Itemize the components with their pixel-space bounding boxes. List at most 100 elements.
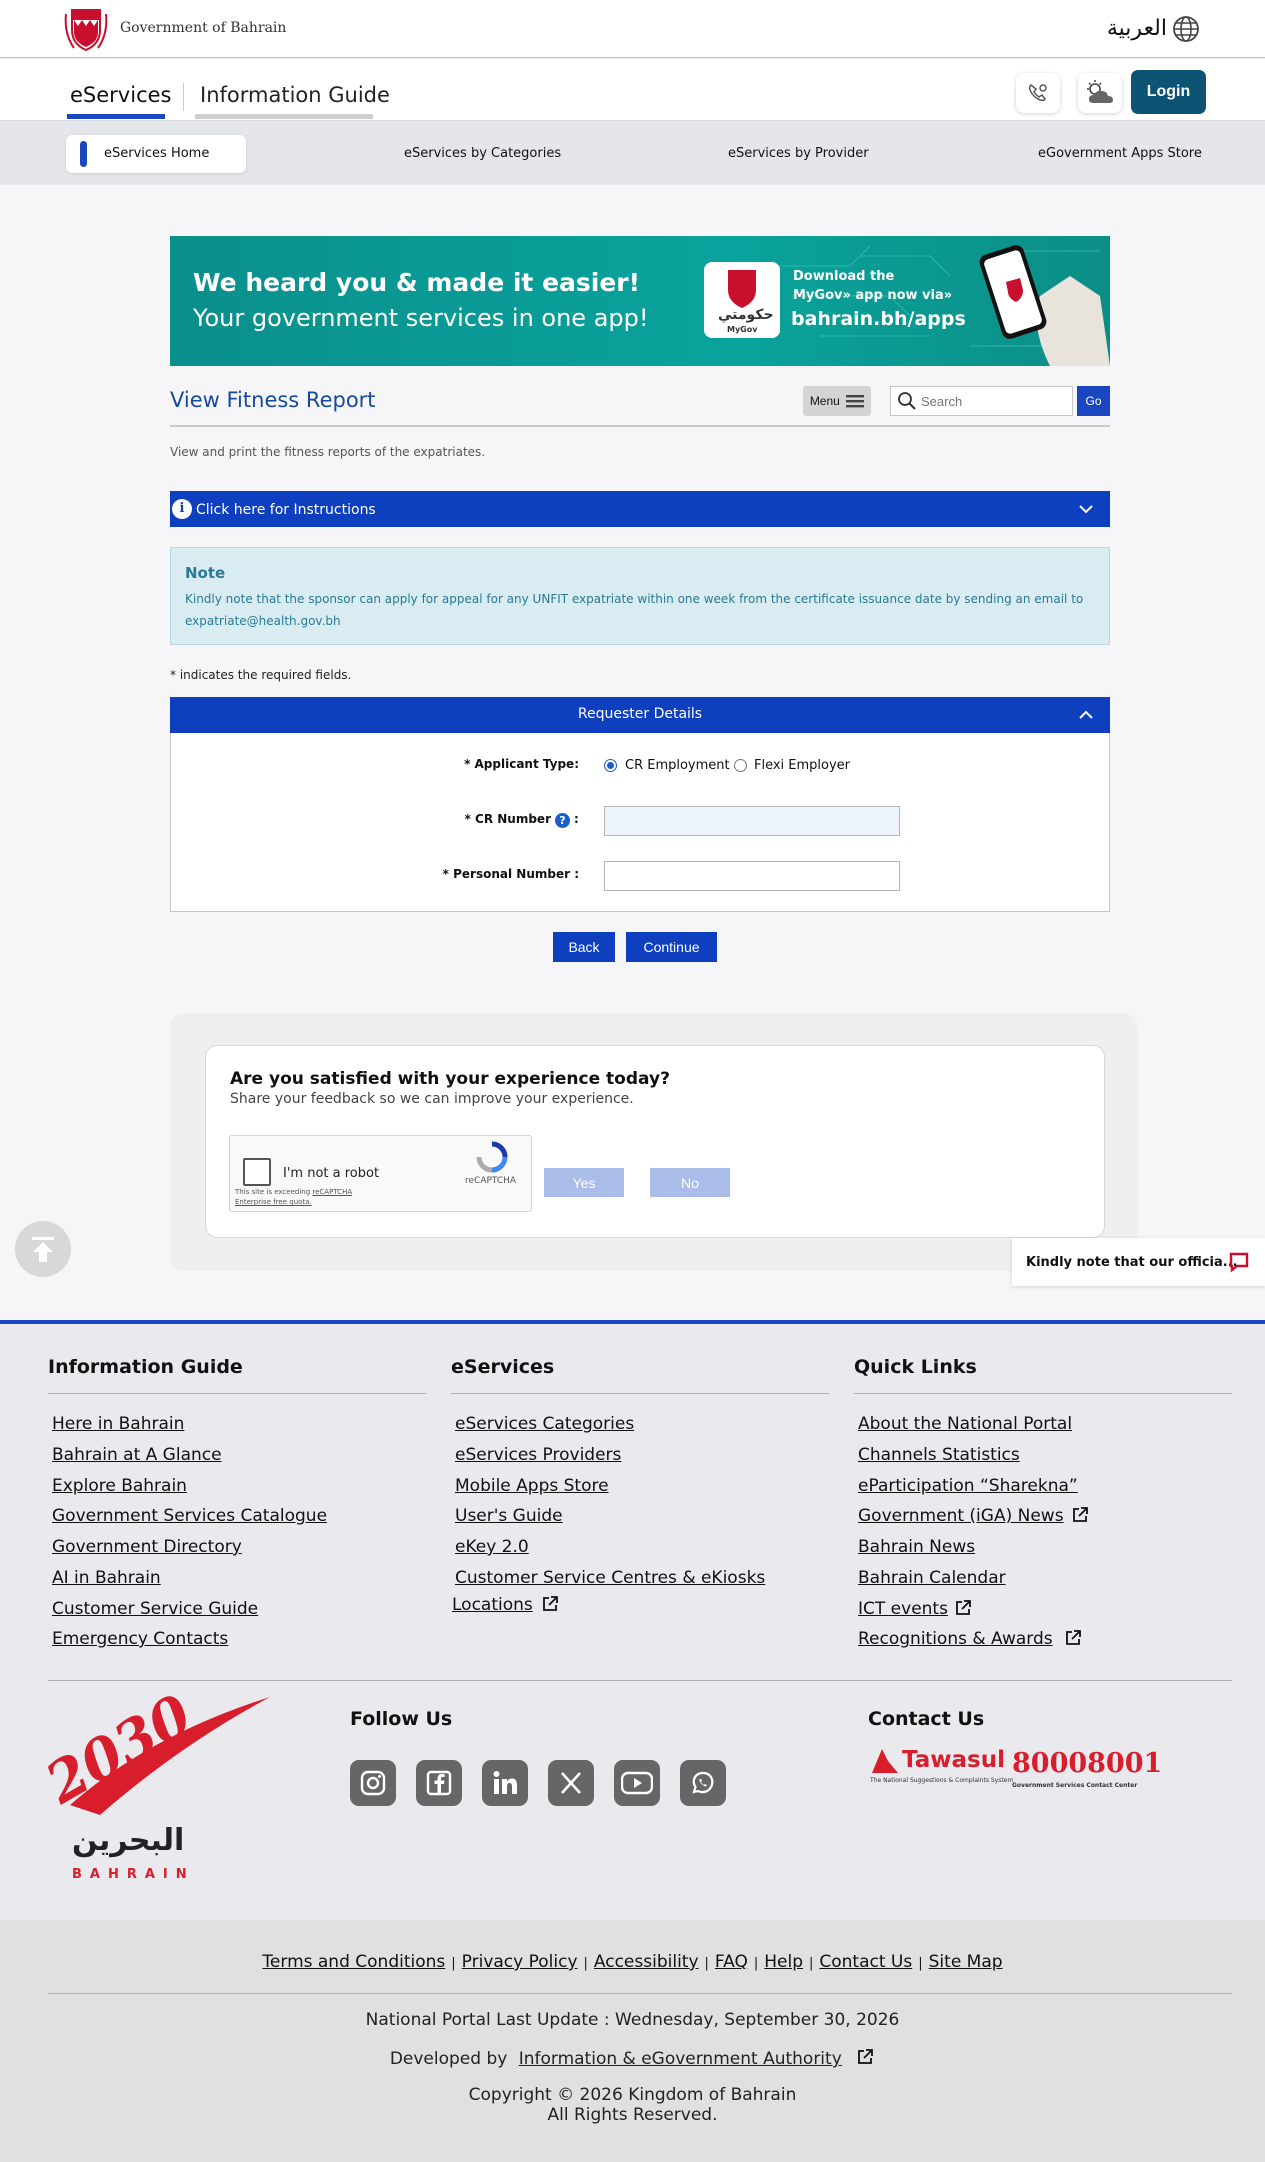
footer-link-about-portal[interactable]: About the National Portal [858,1414,1072,1434]
personal-number-input[interactable] [604,861,900,891]
footer-divider [48,1680,1232,1681]
chevron-down-icon [1079,505,1093,514]
phone-settings-icon [1028,84,1047,102]
contact-number: 80008001 [1012,1748,1163,1779]
scroll-to-top-button[interactable] [15,1221,71,1277]
linkedin-button[interactable] [482,1760,528,1806]
weather-button[interactable] [1078,73,1122,113]
contact-number-logo[interactable]: 80008001 Government Services Contact Cen… [1012,1748,1162,1794]
rights-reserved: All Rights Reserved. [547,2105,718,2125]
x-button[interactable] [548,1760,594,1806]
footer-link-iga-news[interactable]: Government (iGA) News [858,1506,1064,1526]
accessibility-link[interactable]: Accessibility [594,1952,699,1972]
bahrain-2030-logo[interactable]: 2030 البحرين BAHRAIN [35,1682,280,1885]
radio-cr-employment-label[interactable]: CR Employment [625,758,730,773]
privacy-link[interactable]: Privacy Policy [462,1952,578,1972]
footer-link-bahrain-at-a-glance[interactable]: Bahrain at A Glance [52,1445,222,1465]
radio-flexi-employer-label[interactable]: Flexi Employer [754,758,850,773]
mygov-app-banner[interactable]: We heard you & made it easier! Your gove… [170,236,1110,366]
cr-number-label: * CR Number [464,812,551,826]
recaptcha-note-3[interactable]: Enterprise free quota. [235,1198,312,1206]
vision-ar: البحرين [72,1823,185,1858]
developer-link[interactable]: Information & eGovernment Authority [519,2049,842,2069]
government-name[interactable]: Government of Bahrain [120,20,286,36]
whatsapp-icon [692,1771,714,1794]
login-button[interactable]: Login [1131,70,1206,114]
facebook-button[interactable] [416,1760,462,1806]
external-link-icon [956,1600,971,1615]
radio-flexi-employer[interactable] [734,759,747,772]
footer-link-ict-events[interactable]: ICT events [858,1599,948,1619]
search-go-button[interactable]: Go [1077,386,1110,416]
contact-button[interactable] [1016,73,1060,113]
cr-number-input[interactable] [604,806,900,836]
back-button[interactable]: Back [553,932,615,962]
external-link-icon [1073,1507,1088,1522]
continue-button[interactable]: Continue [626,932,717,962]
footer-link-bahrain-calendar[interactable]: Bahrain Calendar [858,1568,1006,1588]
footer-link-eservices-categories[interactable]: eServices Categories [455,1414,634,1434]
menu-button[interactable]: Menu [803,386,871,416]
tawasul-logo[interactable]: Tawasul The National Suggestions & Compl… [868,1745,1013,1793]
personal-number-label: * Personal Number : [442,867,579,881]
help-link[interactable]: Help [764,1952,803,1972]
feedback-yes-button[interactable]: Yes [544,1168,624,1197]
recaptcha-quota-note: This site is exceeding reCAPTCHA Enterpr… [235,1187,352,1207]
instagram-button[interactable] [350,1760,396,1806]
bahrain-emblem-icon[interactable] [64,4,108,54]
footer-link-recognitions[interactable]: Recognitions & Awards [858,1629,1053,1649]
footer-link-here-in-bahrain[interactable]: Here in Bahrain [52,1414,184,1434]
footer-link-eservices-providers[interactable]: eServices Providers [455,1445,621,1465]
tab-information-guide[interactable]: Information Guide [200,83,390,107]
footer-link-bahrain-news[interactable]: Bahrain News [858,1537,975,1557]
recaptcha-note-link[interactable]: reCAPTCHA [312,1188,352,1196]
footer-link-services-catalogue[interactable]: Government Services Catalogue [52,1506,327,1526]
globe-icon[interactable] [1171,14,1201,44]
recaptcha-note-1: This site is exceeding [235,1188,311,1196]
footer-link-mobile-apps-store[interactable]: Mobile Apps Store [455,1476,609,1496]
footer-link-ekey[interactable]: eKey 2.0 [455,1537,529,1557]
footer-link-emergency-contacts[interactable]: Emergency Contacts [52,1629,228,1649]
terms-link[interactable]: Terms and Conditions [262,1952,445,1972]
title-divider [170,425,1110,427]
footer-link-channels-statistics[interactable]: Channels Statistics [858,1445,1020,1465]
recaptcha-logo-icon [476,1141,508,1173]
footer-link-customer-service-guide[interactable]: Customer Service Guide [52,1599,258,1619]
whatsapp-button[interactable] [680,1760,726,1806]
footer-link-government-directory[interactable]: Government Directory [52,1537,242,1557]
category-eservices-home[interactable]: eServices Home [66,135,246,173]
footer-link-service-centres[interactable]: Customer Service Centres & eKiosks [455,1568,765,1588]
instructions-toggle[interactable]: i Click here for Instructions [170,491,1110,527]
main-nav: eServices Information Guide Login [0,59,1265,121]
category-label: eServices Home [104,146,210,161]
category-by-provider[interactable]: eServices by Provider [728,146,869,161]
language-switch[interactable]: العربية [1107,16,1167,41]
footer-quick-links-title: Quick Links [854,1356,977,1378]
bottom-links: Terms and Conditions | Privacy Policy | Acce… [0,1952,1265,1972]
copyright: Copyright © 2026 Kingdom of Bahrain [468,2085,797,2105]
search-input[interactable] [921,390,1066,412]
tab-eservices[interactable]: eServices [70,83,171,107]
recaptcha-widget: I'm not a robot reCAPTCHA This site is e… [229,1135,532,1212]
category-apps-store[interactable]: eGovernment Apps Store [1038,146,1202,161]
site-map-link[interactable]: Site Map [929,1952,1003,1972]
notice-tab[interactable]: Kindly note that our officia... [1012,1238,1265,1286]
instructions-label: Click here for Instructions [196,502,376,518]
contact-us-link[interactable]: Contact Us [819,1952,912,1972]
banner-app-ar: حكومتي [718,307,774,323]
footer-link-eparticipation[interactable]: eParticipation “Sharekna” [858,1476,1078,1496]
requester-details-header[interactable]: Requester Details [170,697,1110,733]
footer-link-users-guide[interactable]: User's Guide [455,1506,563,1526]
feedback-no-button[interactable]: No [650,1168,730,1197]
footer-link-ai-in-bahrain[interactable]: AI in Bahrain [52,1568,161,1588]
footer-link-locations[interactable]: Locations [452,1595,533,1615]
footer-link-explore-bahrain[interactable]: Explore Bahrain [52,1476,187,1496]
recaptcha-checkbox[interactable] [243,1158,271,1186]
help-icon[interactable]: ? [555,813,570,828]
youtube-button[interactable] [614,1760,660,1806]
radio-cr-employment[interactable] [604,759,617,772]
faq-link[interactable]: FAQ [715,1952,748,1972]
category-by-categories[interactable]: eServices by Categories [404,146,561,161]
separator: | [583,1956,588,1971]
chevron-up-icon [1079,710,1093,719]
